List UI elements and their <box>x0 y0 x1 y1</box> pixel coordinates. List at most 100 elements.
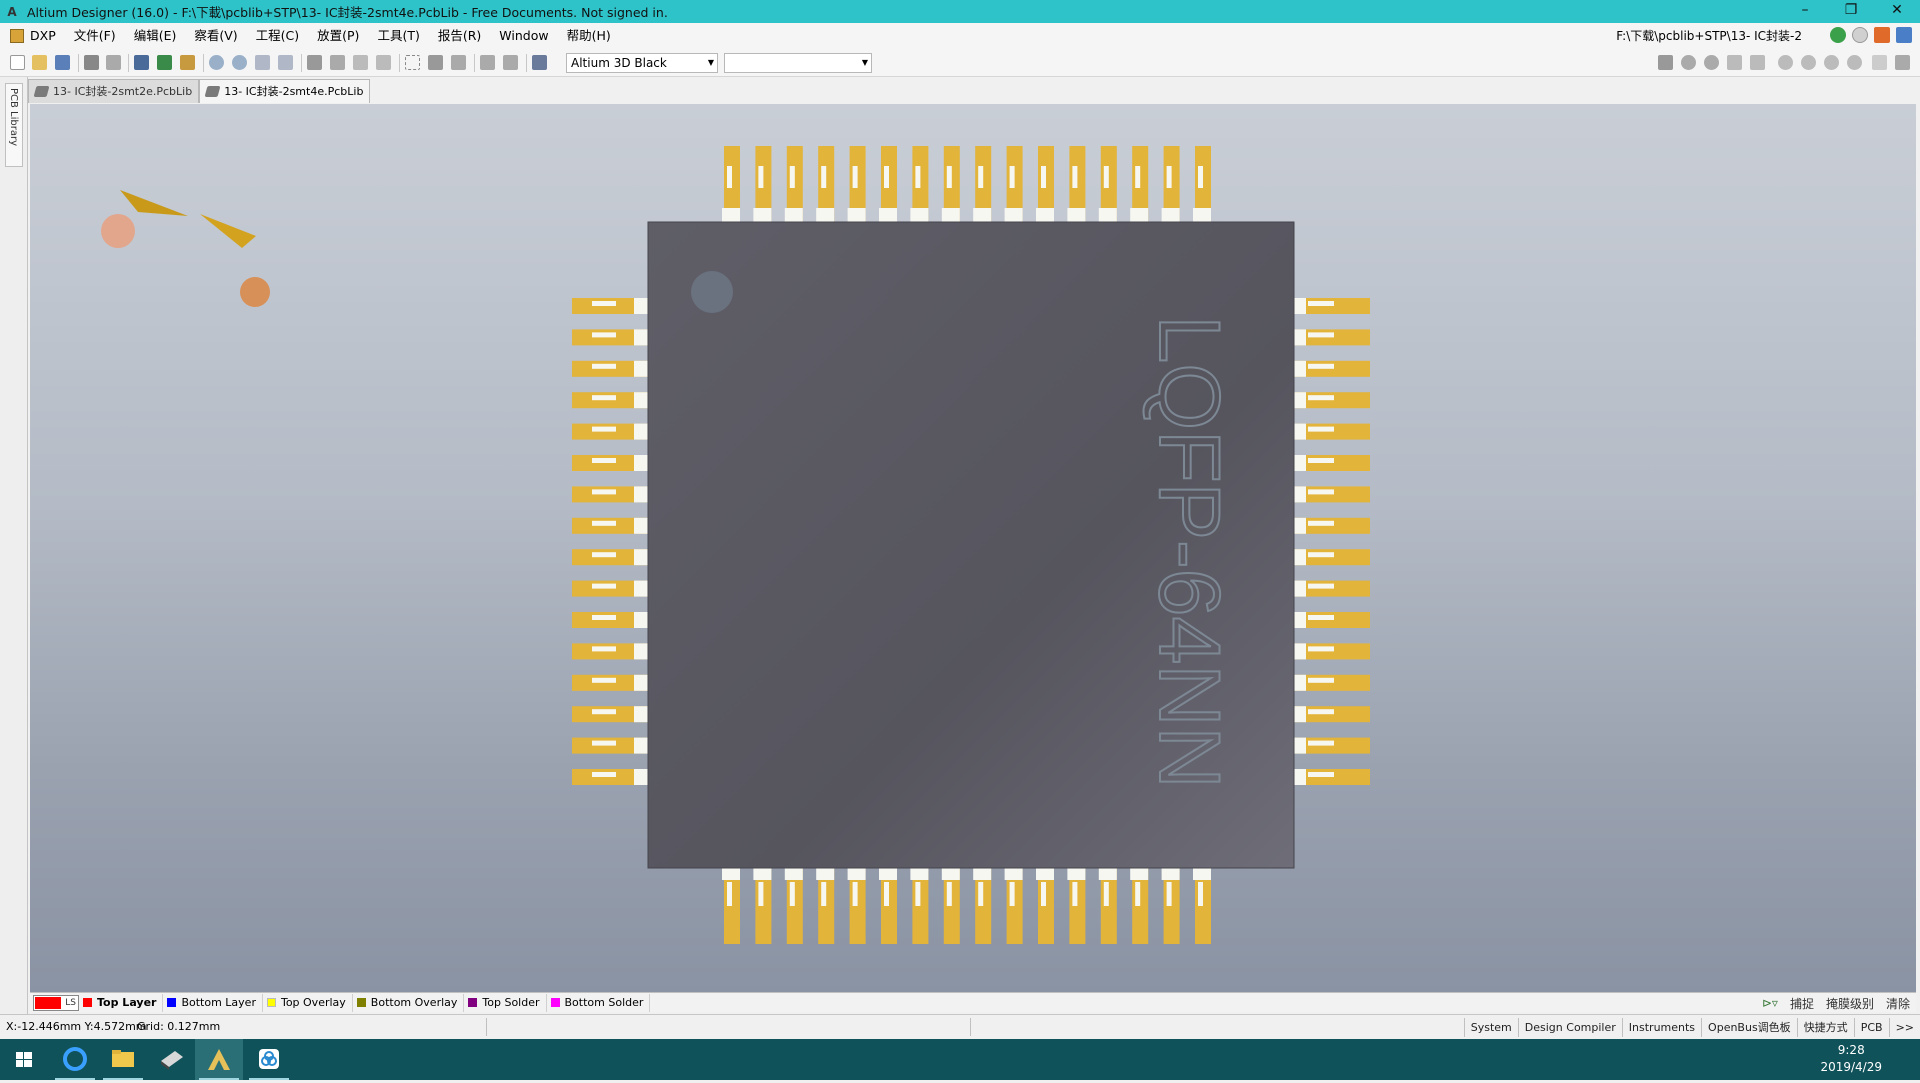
menu-edit[interactable]: 编辑(E) <box>125 23 186 49</box>
menu-reports[interactable]: 报告(R) <box>429 23 490 49</box>
panel-instruments-button[interactable]: Instruments <box>1621 1018 1701 1037</box>
coordinate-icon[interactable] <box>1750 55 1765 70</box>
ic-pin-left-bend <box>634 674 648 691</box>
grid-icon[interactable] <box>532 55 547 70</box>
pcb-library-panel-tab[interactable]: PCB Library <box>5 83 23 167</box>
save-icon[interactable] <box>55 55 70 70</box>
print-preview-icon[interactable] <box>106 55 121 70</box>
ic-pin-right-highlight <box>1308 552 1334 558</box>
forward-icon[interactable] <box>1852 27 1868 43</box>
open-icon[interactable] <box>32 55 47 70</box>
rubber-stamp-icon[interactable] <box>376 55 391 70</box>
zoom-out-icon[interactable] <box>232 55 247 70</box>
taskbar-file-explorer[interactable] <box>99 1039 147 1080</box>
line-icon[interactable] <box>1658 55 1673 70</box>
zoom-in-icon[interactable] <box>209 55 224 70</box>
ic-pin-bottom-bend <box>753 868 772 880</box>
ic-pin-bottom-highlight <box>852 882 858 906</box>
taskbar-app[interactable] <box>147 1039 195 1080</box>
arc-center-icon[interactable] <box>1778 55 1793 70</box>
layer-scroll-icon[interactable]: ⊳▿ <box>1756 996 1784 1010</box>
layer-tab-top-solder[interactable]: Top Solder <box>464 993 547 1012</box>
ic-pin-top-highlight <box>727 166 732 188</box>
current-layer-indicator[interactable]: LS <box>33 994 79 1011</box>
component-icon[interactable] <box>180 55 195 70</box>
ic-pin-bottom-bend <box>1130 868 1149 880</box>
layer-tab-bottom-layer[interactable]: Bottom Layer <box>163 993 263 1012</box>
taskbar-altium[interactable] <box>195 1039 243 1080</box>
document-path-dropdown[interactable]: F:\下载\pcblib+STP\13- IC封装-2 <box>1616 27 1802 45</box>
ic-pin-bottom-bend <box>847 868 866 880</box>
pad-icon[interactable] <box>1681 55 1696 70</box>
print-icon[interactable] <box>84 55 99 70</box>
restore-button[interactable]: ❐ <box>1828 0 1874 23</box>
tab-2smt4e[interactable]: 13- IC封装-2smt4e.PcbLib <box>199 79 371 103</box>
ic-pin-right-bend <box>1294 455 1306 471</box>
new-icon[interactable] <box>10 55 25 70</box>
board-icon[interactable] <box>157 55 172 70</box>
title-bar: A Altium Designer (16.0) - F:\下載\pcblib+… <box>0 0 1920 23</box>
windows-start-button[interactable] <box>0 1039 48 1080</box>
ic-pin-left-highlight <box>592 772 616 777</box>
layer-tab-bottom-solder[interactable]: Bottom Solder <box>547 993 651 1012</box>
menu-tools[interactable]: 工具(T) <box>368 23 428 49</box>
pcb-3d-viewport[interactable]: LQFP-64NN <box>30 104 1916 992</box>
menu-place[interactable]: 放置(P) <box>308 23 368 49</box>
zoom-fit-icon[interactable] <box>255 55 270 70</box>
panel-pcb-button[interactable]: PCB <box>1853 1018 1889 1037</box>
zoom-area-icon[interactable] <box>278 55 293 70</box>
home-icon[interactable] <box>1874 27 1890 43</box>
layer-tab-top-overlay[interactable]: Top Overlay <box>263 993 353 1012</box>
via-icon[interactable] <box>1704 55 1719 70</box>
taskbar-edge[interactable] <box>51 1039 99 1080</box>
layers-icon[interactable] <box>134 55 149 70</box>
close-button[interactable]: ✕ <box>1874 0 1920 23</box>
ic-pin-right-bend <box>1294 612 1306 628</box>
favorites-icon[interactable] <box>1896 27 1912 43</box>
panel-system-button[interactable]: System <box>1463 1018 1518 1037</box>
layer-tab-bottom-overlay[interactable]: Bottom Overlay <box>353 993 465 1012</box>
back-icon[interactable] <box>1830 27 1846 43</box>
ic-pin-left-bend <box>634 643 648 660</box>
arc-edge-icon[interactable] <box>1801 55 1816 70</box>
filter-dropdown[interactable]: ▼ <box>724 53 872 73</box>
menu-window[interactable]: Window <box>490 23 557 49</box>
dxp-icon[interactable] <box>10 29 24 43</box>
snap-button[interactable]: 捕捉 <box>1784 995 1820 1012</box>
cut-icon[interactable] <box>307 55 322 70</box>
select-area-icon[interactable] <box>405 55 420 70</box>
taskbar-app-2[interactable] <box>245 1039 293 1080</box>
panel-design-compiler-button[interactable]: Design Compiler <box>1517 1018 1622 1037</box>
circle-icon[interactable] <box>1847 55 1862 70</box>
copy-icon[interactable] <box>330 55 345 70</box>
move-icon[interactable] <box>428 55 443 70</box>
paste-icon[interactable] <box>353 55 368 70</box>
fill-icon[interactable] <box>1872 55 1887 70</box>
ic-pin-right-highlight <box>1308 677 1334 683</box>
ic-pin-right-highlight <box>1308 646 1334 652</box>
menu-view[interactable]: 察看(V) <box>185 23 246 49</box>
clear-button[interactable]: 清除 <box>1880 995 1916 1012</box>
mask-level-button[interactable]: 掩膜级别 <box>1820 995 1880 1012</box>
undo-icon[interactable] <box>480 55 495 70</box>
taskbar-clock[interactable]: 9:28 2019/4/29 <box>1820 1042 1882 1076</box>
menu-project[interactable]: 工程(C) <box>247 23 308 49</box>
menu-help[interactable]: 帮助(H) <box>558 23 620 49</box>
menu-file[interactable]: 文件(F) <box>65 23 125 49</box>
panel-openbus-button[interactable]: OpenBus调色板 <box>1701 1018 1797 1037</box>
menu-dxp[interactable]: DXP <box>24 23 65 49</box>
layer-tab-top-layer[interactable]: Top Layer <box>79 993 164 1012</box>
deselect-icon[interactable] <box>451 55 466 70</box>
string-icon[interactable] <box>1727 55 1742 70</box>
panel-shortcuts-button[interactable]: 快捷方式 <box>1796 1018 1854 1037</box>
array-paste-icon[interactable] <box>1895 55 1910 70</box>
view-config-dropdown[interactable]: Altium 3D Black ▼ <box>566 53 718 73</box>
tab-2smt2e[interactable]: 13- IC封装-2smt2e.PcbLib <box>28 79 200 103</box>
view-config-value: Altium 3D Black <box>571 56 667 70</box>
tab-label: 13- IC封装-2smt4e.PcbLib <box>224 85 364 98</box>
redo-icon[interactable] <box>503 55 518 70</box>
minimize-button[interactable]: – <box>1782 0 1828 23</box>
ic-pin-right-highlight <box>1308 363 1334 369</box>
arc-any-icon[interactable] <box>1824 55 1839 70</box>
panel-more-button[interactable]: >> <box>1888 1018 1920 1037</box>
